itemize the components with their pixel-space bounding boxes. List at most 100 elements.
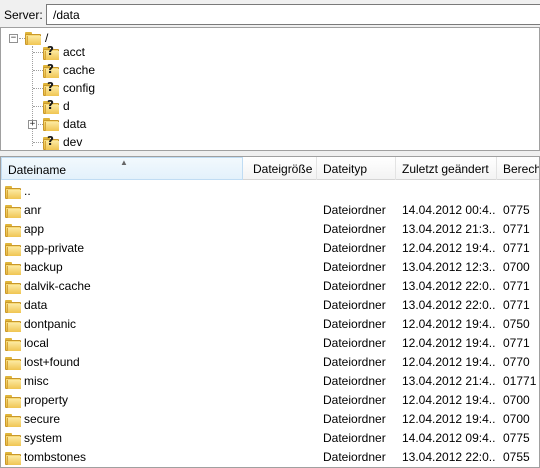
file-permissions [503, 181, 539, 200]
file-modified: 13.04.2012 22:0... [402, 298, 496, 312]
table-row[interactable]: system Dateiordner 14.04.2012 09:4... 0775 [1, 428, 539, 447]
table-row[interactable]: lost+found Dateiordner 12.04.2012 19:4... 0… [1, 352, 539, 371]
column-header-permissions[interactable]: Berecht [497, 157, 539, 180]
file-modified: 13.04.2012 12:3... [402, 260, 496, 274]
file-modified: 13.04.2012 22:0... [402, 279, 496, 293]
file-type [323, 181, 395, 200]
file-name: property [24, 393, 69, 407]
file-type: Dateiordner [323, 336, 386, 350]
table-row[interactable]: local Dateiordner 12.04.2012 19:4... 0771 [1, 333, 539, 352]
unknown-folder-icon: ? [43, 80, 59, 96]
file-modified: 13.04.2012 21:4... [402, 374, 496, 388]
unknown-folder-icon: ? [43, 134, 59, 150]
file-permissions: 0771 [503, 222, 530, 236]
file-name: app-private [24, 241, 85, 255]
file-name: dontpanic [24, 317, 77, 331]
table-row[interactable]: misc Dateiordner 13.04.2012 21:4... 01771 [1, 371, 539, 390]
file-permissions: 0755 [503, 450, 530, 464]
file-name: anr [24, 203, 42, 217]
table-row[interactable]: backup Dateiordner 13.04.2012 12:3... 0700 [1, 257, 539, 276]
file-modified: 12.04.2012 19:4... [402, 393, 496, 407]
file-name: misc [24, 374, 49, 388]
file-type: Dateiordner [323, 260, 386, 274]
file-modified: 12.04.2012 19:4... [402, 317, 496, 331]
file-permissions: 0770 [503, 355, 530, 369]
tree-item-cache[interactable]: ? cache [43, 61, 95, 79]
file-type: Dateiordner [323, 412, 386, 426]
file-type: Dateiordner [323, 355, 386, 369]
file-type: Dateiordner [323, 279, 386, 293]
file-permissions: 0771 [503, 279, 530, 293]
file-permissions: 0700 [503, 412, 530, 426]
file-type: Dateiordner [323, 450, 386, 464]
table-row[interactable]: dontpanic Dateiordner 12.04.2012 19:4... 07… [1, 314, 539, 333]
file-name: tombstones [24, 450, 87, 464]
file-modified [402, 181, 496, 200]
file-name: backup [24, 260, 63, 274]
file-name: secure [24, 412, 61, 426]
file-permissions: 0700 [503, 393, 530, 407]
table-row[interactable]: anr Dateiordner 14.04.2012 00:4... 0775 [1, 200, 539, 219]
file-modified: 13.04.2012 21:3... [402, 222, 496, 236]
file-name: lost+found [24, 355, 80, 369]
file-modified: 12.04.2012 19:4... [402, 336, 496, 350]
file-type: Dateiordner [323, 317, 386, 331]
file-name: data [24, 298, 48, 312]
file-modified: 13.04.2012 22:0... [402, 450, 496, 464]
unknown-folder-icon: ? [43, 44, 59, 60]
server-bar: Server: /data [0, 0, 540, 27]
column-header-size[interactable]: Dateigröße [247, 157, 317, 180]
tree-item-config[interactable]: ? config [43, 79, 95, 97]
table-row[interactable]: app-private Dateiordner 12.04.2012 19:4...… [1, 238, 539, 257]
file-permissions: 0775 [503, 431, 530, 445]
table-row[interactable]: tombstones Dateiordner 13.04.2012 22:0... 0… [1, 447, 539, 467]
file-permissions: 0700 [503, 260, 530, 274]
table-row[interactable]: property Dateiordner 12.04.2012 19:4... 070… [1, 390, 539, 409]
collapse-toggle[interactable]: − [9, 34, 18, 43]
server-path-input[interactable]: /data [46, 4, 540, 25]
file-permissions: 0771 [503, 241, 530, 255]
tree-item-d[interactable]: ? d [43, 97, 70, 115]
table-row[interactable]: data Dateiordner 13.04.2012 22:0... 0771 [1, 295, 539, 314]
expand-toggle[interactable]: + [28, 120, 37, 129]
file-name: .. [24, 184, 31, 198]
tree-item-acct[interactable]: ? acct [43, 43, 85, 61]
file-modified: 12.04.2012 19:4... [402, 355, 496, 369]
table-row[interactable]: app Dateiordner 13.04.2012 21:3... 0771 [1, 219, 539, 238]
file-permissions: 0775 [503, 203, 530, 217]
file-type: Dateiordner [323, 374, 386, 388]
column-header-modified[interactable]: Zuletzt geändert [396, 157, 497, 180]
tree-item-data[interactable]: data [43, 115, 86, 133]
file-type: Dateiordner [323, 298, 386, 312]
table-row[interactable]: dalvik-cache Dateiordner 13.04.2012 22:0..… [1, 276, 539, 295]
file-list[interactable]: ▲ Dateiname Dateigröße Dateityp Zuletzt … [0, 156, 540, 468]
unknown-folder-icon: ? [43, 98, 59, 114]
unknown-folder-icon: ? [43, 62, 59, 78]
file-type: Dateiordner [323, 393, 386, 407]
column-header-type[interactable]: Dateityp [317, 157, 396, 180]
file-name: app [24, 222, 45, 236]
tree-item-dev[interactable]: ? dev [43, 133, 82, 150]
table-row[interactable]: secure Dateiordner 12.04.2012 19:4... 0700 [1, 409, 539, 428]
file-permissions: 0750 [503, 317, 530, 331]
file-permissions: 0771 [503, 336, 530, 350]
file-type: Dateiordner [323, 431, 386, 445]
file-type: Dateiordner [323, 222, 386, 236]
file-permissions: 0771 [503, 298, 530, 312]
table-row[interactable]: .. [1, 181, 539, 200]
server-label: Server: [4, 8, 43, 22]
directory-tree[interactable]: − / ? acct ? cache ? config ? d + data ?… [0, 27, 540, 151]
file-type: Dateiordner [323, 241, 386, 255]
file-modified: 12.04.2012 19:4... [402, 412, 496, 426]
file-name: dalvik-cache [24, 279, 91, 293]
column-header-name[interactable]: ▲ Dateiname [1, 157, 243, 180]
file-name: local [24, 336, 49, 350]
file-modified: 12.04.2012 19:4... [402, 241, 496, 255]
folder-icon [5, 449, 21, 467]
folder-icon [25, 31, 41, 45]
folder-icon [43, 117, 59, 131]
file-modified: 14.04.2012 00:4... [402, 203, 496, 217]
file-type: Dateiordner [323, 203, 386, 217]
file-modified: 14.04.2012 09:4... [402, 431, 496, 445]
file-permissions: 01771 [503, 374, 537, 388]
